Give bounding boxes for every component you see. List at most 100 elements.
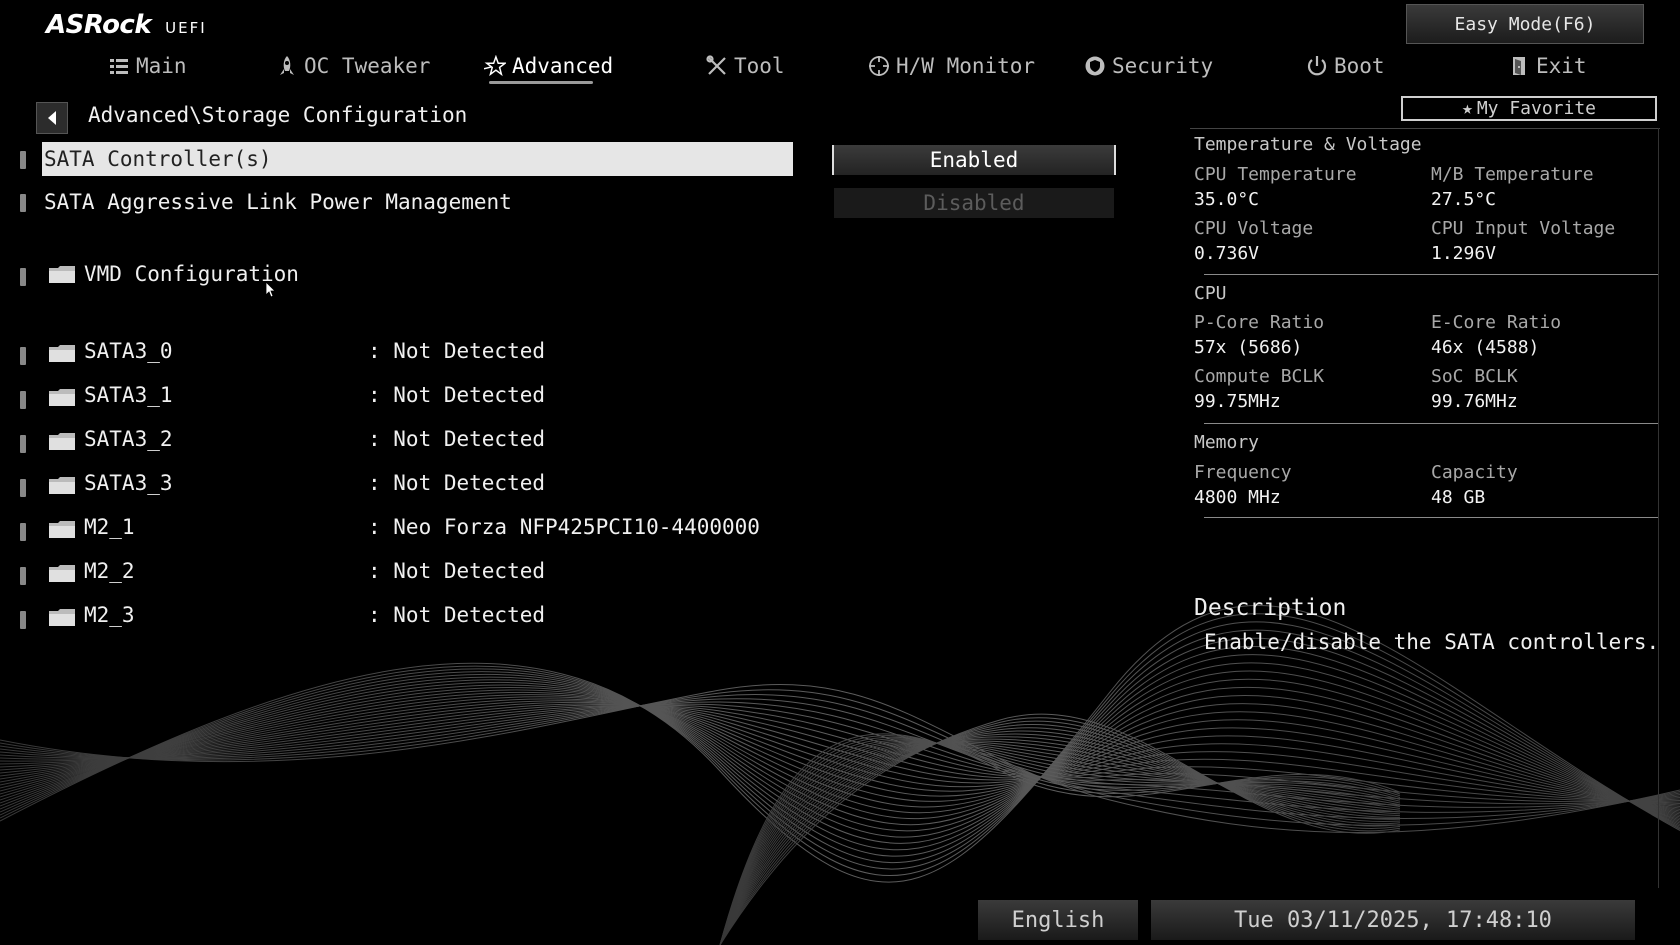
row-marker	[20, 611, 26, 629]
capacity-label: Capacity	[1431, 462, 1518, 483]
folder-icon	[48, 607, 76, 631]
tab-advanced[interactable]: Advanced	[484, 50, 613, 82]
row-marker	[20, 435, 26, 453]
pcore-ratio-label: P-Core Ratio	[1194, 312, 1325, 333]
setting-row-sata-controllers[interactable]: SATA Controller(s)	[42, 142, 793, 176]
divider	[1204, 517, 1658, 518]
description-text: Enable/disable the SATA controllers.	[1204, 630, 1660, 654]
device-status: : Neo Forza NFP425PCI10-4400000	[368, 515, 760, 539]
tab-security-label: Security	[1112, 54, 1214, 78]
tools-icon	[706, 55, 726, 75]
option-disabled-button[interactable]: Disabled	[834, 188, 1114, 218]
cpu-temp-label: CPU Temperature	[1194, 164, 1357, 185]
row-marker	[20, 194, 26, 212]
tab-oc-tweaker-label: OC Tweaker	[304, 54, 431, 78]
cpu-voltage-label: CPU Voltage	[1194, 218, 1314, 239]
power-icon	[1307, 56, 1327, 76]
cpu-voltage-value: 0.736V	[1194, 243, 1260, 264]
tab-tool[interactable]: Tool	[706, 50, 785, 82]
device-label[interactable]: M2_2	[84, 559, 135, 583]
folder-icon	[48, 343, 76, 367]
mb-temp-label: M/B Temperature	[1431, 164, 1594, 185]
tab-main[interactable]: Main	[108, 50, 187, 82]
tab-hw-monitor[interactable]: H/W Monitor	[868, 50, 1035, 82]
compute-bclk-value: 99.75MHz	[1194, 391, 1281, 412]
device-status: : Not Detected	[368, 471, 546, 495]
device-label[interactable]: SATA3_2	[84, 427, 173, 451]
soc-bclk-value: 99.76MHz	[1431, 391, 1518, 412]
folder-icon	[48, 264, 76, 288]
tab-tool-label: Tool	[734, 54, 785, 78]
setting-row-sata-alpm[interactable]: SATA Aggressive Link Power Management	[44, 190, 512, 214]
back-button[interactable]	[36, 102, 68, 134]
row-marker	[20, 268, 26, 286]
star-icon: ★	[1461, 98, 1473, 119]
rocket-icon	[280, 56, 294, 75]
back-arrow-icon	[48, 111, 56, 125]
folder-icon	[48, 563, 76, 587]
divider	[1204, 274, 1658, 275]
option-enabled-button[interactable]: Enabled	[832, 145, 1116, 175]
my-favorite-label: My Favorite	[1476, 98, 1597, 119]
folder-icon	[48, 431, 76, 455]
shield-icon	[1085, 56, 1105, 76]
tab-boot[interactable]: Boot	[1306, 50, 1385, 82]
temp-voltage-title: Temperature & Voltage	[1194, 134, 1422, 155]
breadcrumb: Advanced\Storage Configuration	[88, 103, 468, 127]
my-favorite-button[interactable]: ★ My Favorite	[1401, 96, 1657, 121]
frequency-value: 4800 MHz	[1194, 487, 1281, 508]
asrock-logo: ASRock UEFI	[46, 10, 207, 40]
compute-bclk-label: Compute BCLK	[1194, 366, 1325, 387]
cpu-input-voltage-label: CPU Input Voltage	[1431, 218, 1616, 239]
device-label[interactable]: M2_3	[84, 603, 135, 627]
mouse-cursor-icon	[266, 282, 276, 298]
device-label[interactable]: SATA3_3	[84, 471, 173, 495]
pcore-ratio-value: 57x (5686)	[1194, 337, 1303, 358]
panel-border	[1658, 128, 1659, 888]
row-marker	[20, 523, 26, 541]
ecore-ratio-value: 46x (4588)	[1431, 337, 1540, 358]
memory-title: Memory	[1194, 432, 1260, 453]
tab-exit-label: Exit	[1536, 54, 1587, 78]
monitor-icon	[869, 56, 889, 76]
row-marker	[20, 347, 26, 365]
tab-advanced-label: Advanced	[512, 54, 614, 78]
datetime-display: Tue 03/11/2025, 17:48:10	[1151, 900, 1635, 940]
row-marker	[20, 479, 26, 497]
folder-icon	[48, 475, 76, 499]
description-title: Description	[1194, 595, 1347, 621]
star-icon	[484, 55, 506, 77]
exit-icon	[1513, 57, 1525, 75]
brand-name: ASRock	[46, 10, 152, 40]
language-button[interactable]: English	[978, 900, 1138, 940]
setting-label: SATA Controller(s)	[44, 147, 272, 171]
frequency-label: Frequency	[1194, 462, 1292, 483]
ecore-ratio-label: E-Core Ratio	[1431, 312, 1562, 333]
cpu-input-voltage-value: 1.296V	[1431, 243, 1497, 264]
device-label[interactable]: M2_1	[84, 515, 135, 539]
tab-exit[interactable]: Exit	[1508, 50, 1587, 82]
tab-security[interactable]: Security	[1084, 50, 1213, 82]
device-label[interactable]: SATA3_1	[84, 383, 173, 407]
device-label[interactable]: SATA3_0	[84, 339, 173, 363]
easy-mode-button[interactable]: Easy Mode(F6)	[1406, 4, 1644, 44]
soc-bclk-label: SoC BCLK	[1431, 366, 1518, 387]
active-tab-indicator	[489, 81, 593, 84]
uefi-label: UEFI	[165, 19, 207, 37]
device-status: : Not Detected	[368, 427, 546, 451]
tab-boot-label: Boot	[1334, 54, 1385, 78]
mb-temp-value: 27.5°C	[1431, 189, 1497, 210]
folder-icon	[48, 519, 76, 543]
folder-icon	[48, 387, 76, 411]
panel-border	[1190, 128, 1660, 129]
cpu-title: CPU	[1194, 283, 1227, 304]
device-status: : Not Detected	[368, 603, 546, 627]
capacity-value: 48 GB	[1431, 487, 1486, 508]
device-status: : Not Detected	[368, 383, 546, 407]
tab-oc-tweaker[interactable]: OC Tweaker	[276, 50, 430, 82]
row-marker	[20, 151, 26, 169]
row-marker	[20, 567, 26, 585]
list-icon	[110, 59, 128, 74]
tab-hw-monitor-label: H/W Monitor	[896, 54, 1036, 78]
tab-main-label: Main	[136, 54, 187, 78]
